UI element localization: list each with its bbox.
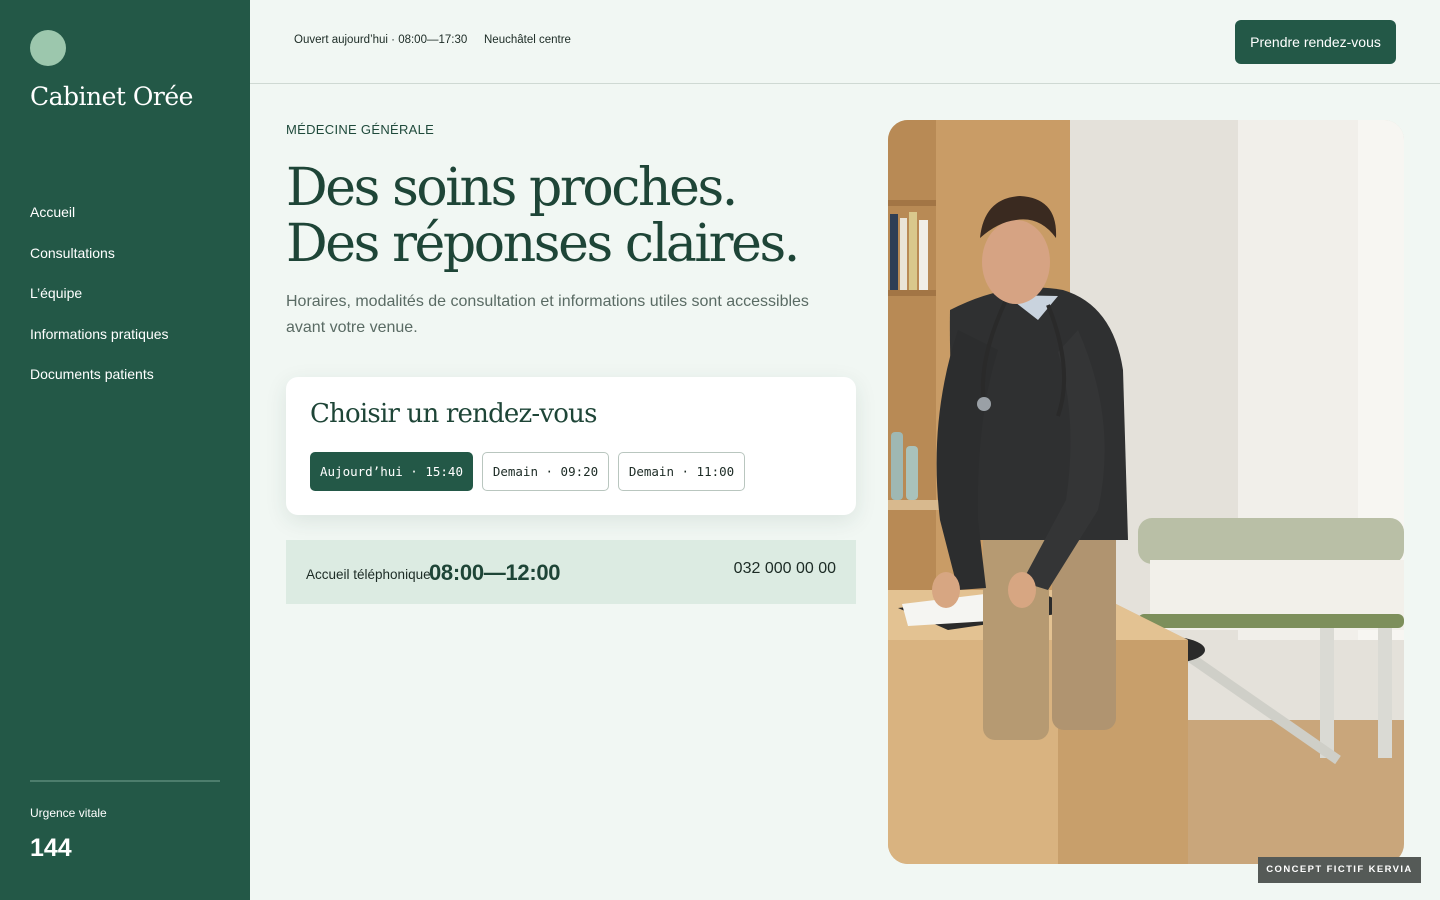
- headline-line-2: Des réponses claires.: [286, 214, 800, 274]
- main-nav: Accueil Consultations L’équipe Informati…: [30, 202, 169, 405]
- page-title: Des soins proches. Des réponses claires.: [286, 160, 866, 272]
- phone-label: Accueil téléphonique: [306, 567, 431, 582]
- emergency-label: Urgence vitale: [30, 806, 107, 820]
- intro-text: Horaires, modalités de consultation et i…: [286, 293, 809, 336]
- nav-item-informations-pratiques[interactable]: Informations pratiques: [30, 324, 169, 365]
- nav-item-accueil[interactable]: Accueil: [30, 202, 169, 243]
- book-appointment-button[interactable]: Prendre rendez-vous: [1235, 20, 1396, 64]
- doctor-photo: [888, 120, 1404, 864]
- slot-today-1540[interactable]: Aujourd’hui · 15:40: [310, 452, 473, 491]
- logo-mark: [30, 30, 66, 66]
- opening-hours: Ouvert aujourd’hui · 08:00—17:30: [294, 34, 468, 46]
- booking-card: Choisir un rendez-vous Aujourd’hui · 15:…: [286, 377, 856, 515]
- concept-badge: CONCEPT FICTIF KERVIA: [1258, 857, 1421, 883]
- slot-tomorrow-0920[interactable]: Demain · 09:20: [482, 452, 609, 491]
- phone-number[interactable]: 032 000 00 00: [734, 560, 836, 578]
- slot-tomorrow-1100[interactable]: Demain · 11:00: [618, 452, 745, 491]
- booking-title: Choisir un rendez-vous: [310, 399, 597, 429]
- location: Neuchâtel centre: [484, 34, 571, 46]
- sidebar: Cabinet Orée Accueil Consultations L’équ…: [0, 0, 250, 900]
- nav-item-documents-patients[interactable]: Documents patients: [30, 364, 169, 405]
- sidebar-divider: [30, 780, 220, 782]
- phone-hours: 08:00—12:00: [429, 560, 561, 585]
- headline-line-1: Des soins proches.: [286, 158, 738, 218]
- top-bar: Ouvert aujourd’hui · 08:00—17:30 Neuchât…: [250, 0, 1440, 84]
- nav-item-equipe[interactable]: L’équipe: [30, 283, 169, 324]
- brand-name[interactable]: Cabinet Orée: [30, 82, 193, 111]
- emergency-number[interactable]: 144: [30, 834, 72, 863]
- doctor-photo-illustration: [888, 120, 1404, 864]
- phone-panel: Accueil téléphonique 08:00—12:00 032 000…: [286, 540, 856, 604]
- section-eyebrow: MÉDECINE GÉNÉRALE: [286, 122, 435, 137]
- nav-item-consultations[interactable]: Consultations: [30, 243, 169, 284]
